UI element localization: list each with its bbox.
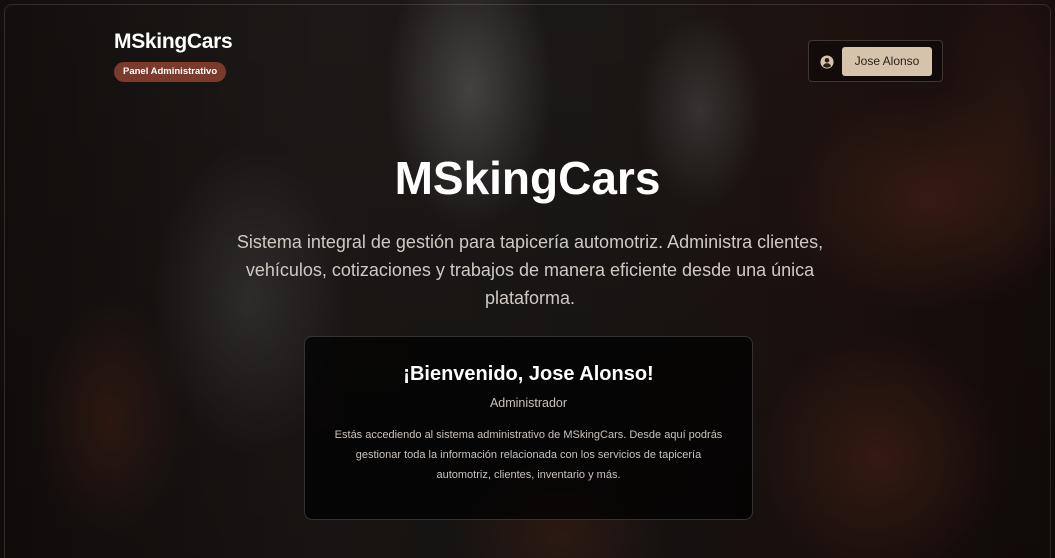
user-name-button[interactable]: Jose Alonso xyxy=(842,47,932,76)
page: MSkingCars Panel Administrativo Jose Alo… xyxy=(0,0,1055,558)
user-role: Administrador xyxy=(489,396,568,410)
brand: MSkingCars Panel Administrativo xyxy=(114,30,233,82)
brand-title[interactable]: MSkingCars xyxy=(114,30,233,54)
hero-title: MSkingCars xyxy=(394,152,661,204)
welcome-title: ¡Bienvenido, Jose Alonso! xyxy=(403,363,654,385)
panel-badge: Panel Administrativo xyxy=(114,62,227,82)
user-circle-icon xyxy=(820,55,834,69)
welcome-text: Estás accediendo al sistema administrati… xyxy=(334,429,723,481)
hero-description: Sistema integral de gestión para tapicer… xyxy=(236,232,824,308)
user-menu[interactable]: Jose Alonso xyxy=(808,40,943,82)
welcome-card: ¡Bienvenido, Jose Alonso! Administrador … xyxy=(304,336,753,520)
